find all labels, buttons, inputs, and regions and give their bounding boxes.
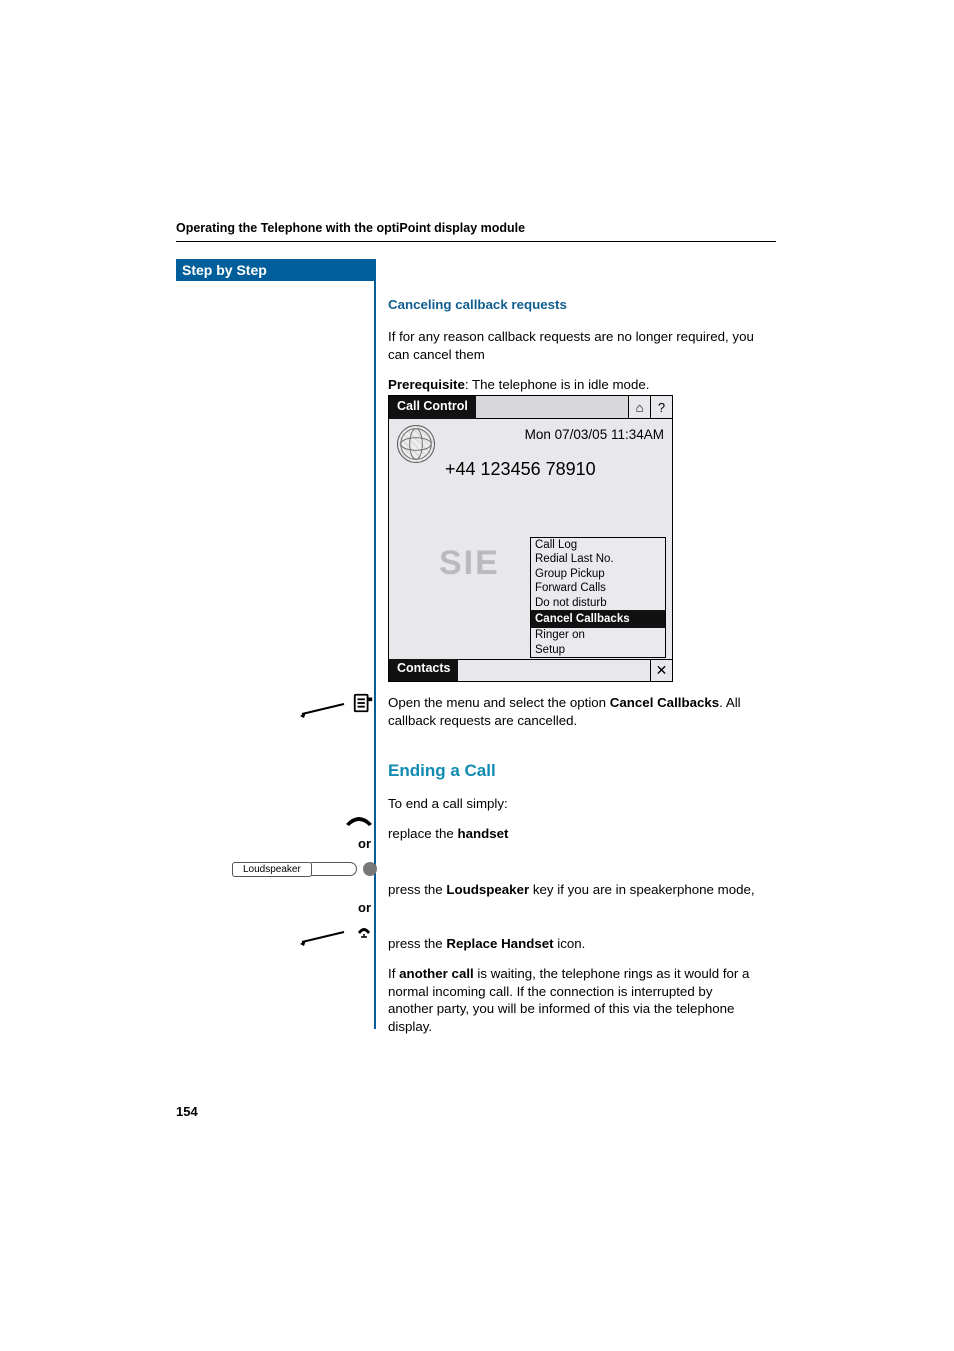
prerequisite-line: Prerequisite: The telephone is in idle m…: [388, 376, 758, 394]
open-menu-line: Open the menu and select the option Canc…: [388, 694, 758, 730]
menu-item[interactable]: Do not disturb: [531, 596, 665, 610]
watermark: SIE: [439, 544, 500, 583]
content-top: Canceling callback requests If for any r…: [388, 296, 758, 406]
text: key if you are in speakerphone mode,: [529, 882, 754, 897]
prereq-text: : The telephone is in idle mode.: [465, 377, 650, 392]
step-loudspeaker: press the Loudspeaker key if you are in …: [388, 881, 758, 899]
text: replace the: [388, 826, 457, 841]
home-icon[interactable]: ⌂: [628, 396, 650, 418]
pen-icon: [300, 700, 360, 718]
bold: Loudspeaker: [446, 882, 529, 897]
text: press the: [388, 882, 446, 897]
screen-bottom-tab[interactable]: Contacts: [389, 659, 458, 681]
replace-handset-icon: [356, 922, 372, 941]
step-by-step-tab: Step by Step: [176, 259, 376, 281]
text: press the: [388, 936, 446, 951]
ending-intro: To end a call simply:: [388, 795, 758, 813]
running-header: Operating the Telephone with the optiPoi…: [176, 221, 776, 242]
handset-icon: [344, 814, 374, 831]
led-icon: [363, 862, 377, 876]
or-label-2: or: [358, 900, 371, 915]
or-label-1: or: [358, 836, 371, 851]
close-icon[interactable]: ✕: [650, 659, 672, 681]
pen-icon: [300, 928, 360, 946]
key-outline-icon: [311, 862, 357, 876]
menu-item[interactable]: Call Log: [531, 538, 665, 552]
context-menu: Call Log Redial Last No. Group Pickup Fo…: [530, 537, 666, 658]
loudspeaker-key-label: Loudspeaker: [232, 862, 312, 877]
bold: handset: [457, 826, 508, 841]
screen-body: Mon 07/03/05 11:34AM +44 123456 78910 SI…: [389, 419, 672, 659]
intro-cancel: If for any reason callback requests are …: [388, 328, 758, 364]
menu-item[interactable]: Redial Last No.: [531, 552, 665, 566]
heading-cancel-callback: Canceling callback requests: [388, 296, 758, 314]
step-replace-icon: press the Replace Handset icon.: [388, 935, 758, 953]
step-border: [374, 259, 376, 1029]
menu-item[interactable]: Group Pickup: [531, 567, 665, 581]
menu-item[interactable]: Ringer on: [531, 628, 665, 642]
bold: another call: [399, 966, 474, 981]
screen-top-tab[interactable]: Call Control: [389, 396, 476, 419]
step-replace-handset: replace the handset: [388, 825, 758, 843]
screen-number: +44 123456 78910: [445, 459, 596, 480]
text: Open the menu and select the option: [388, 695, 610, 710]
text: If: [388, 966, 399, 981]
pen-pointer: [300, 700, 360, 721]
bold: Cancel Callbacks: [610, 695, 719, 710]
help-icon[interactable]: ?: [650, 396, 672, 418]
final-para: If another call is waiting, the telephon…: [388, 965, 758, 1037]
menu-item-selected[interactable]: Cancel Callbacks: [531, 610, 665, 628]
heading-ending-call: Ending a Call: [388, 760, 758, 783]
screen-datetime: Mon 07/03/05 11:34AM: [525, 427, 664, 442]
content-bottom: Open the menu and select the option Canc…: [388, 694, 758, 1048]
pen-pointer-2: [300, 928, 360, 949]
globe-icon: [397, 425, 435, 463]
phone-screen: Call Control ⌂ ? Mon 07/03/05 11:34AM +4…: [388, 395, 673, 682]
page-number: 154: [176, 1104, 198, 1119]
prereq-label: Prerequisite: [388, 377, 465, 392]
text: icon.: [554, 936, 586, 951]
loudspeaker-key[interactable]: Loudspeaker: [232, 860, 377, 877]
menu-item[interactable]: Setup: [531, 643, 665, 657]
bold: Replace Handset: [446, 936, 553, 951]
book-menu-icon: [352, 692, 374, 717]
screen-bottom-spacer: [458, 659, 650, 681]
screen-top-spacer: [476, 396, 628, 419]
menu-item[interactable]: Forward Calls: [531, 581, 665, 595]
page: Operating the Telephone with the optiPoi…: [0, 0, 954, 1351]
